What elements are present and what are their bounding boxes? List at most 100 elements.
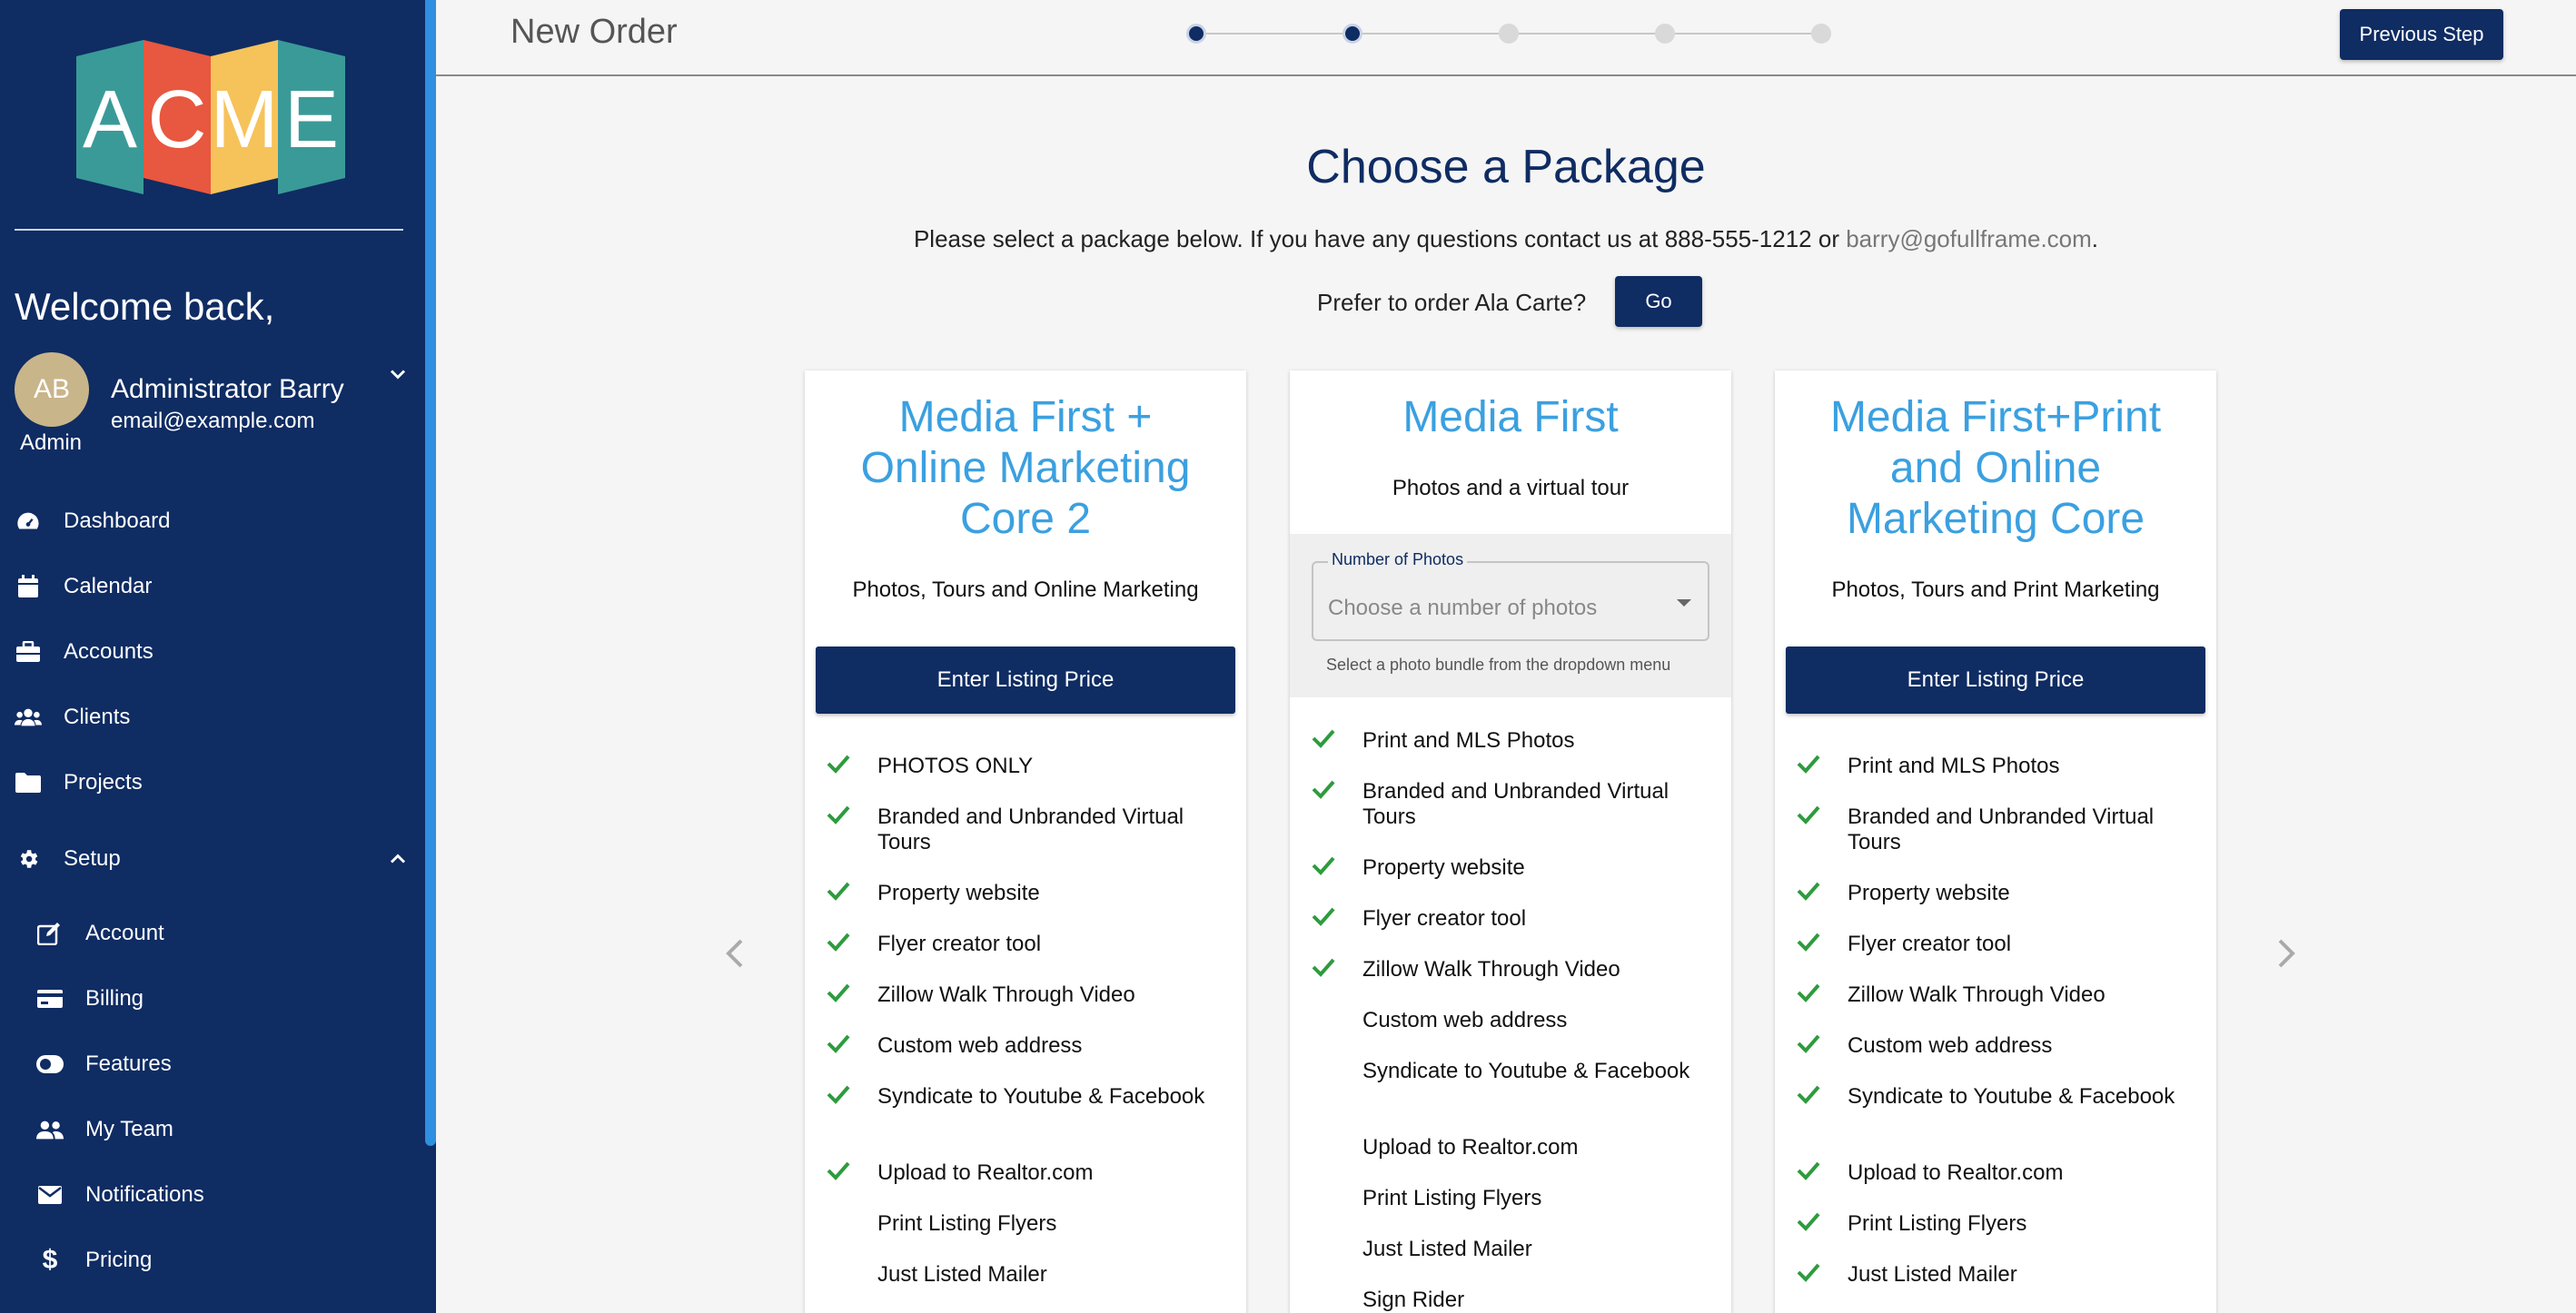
feature-item: Just Listed Mailer bbox=[827, 1262, 1226, 1288]
sidebar-item-label: Pricing bbox=[85, 1248, 153, 1272]
sidebar-item-accounts[interactable]: Accounts bbox=[0, 625, 418, 679]
sidebar-item-pricing[interactable]: $ Pricing bbox=[0, 1233, 418, 1288]
stepper-step[interactable] bbox=[1342, 24, 1362, 44]
intro-text: Please select a package below. If you ha… bbox=[436, 225, 2576, 253]
logo-letter: M bbox=[211, 74, 279, 165]
stepper-connector bbox=[1675, 33, 1811, 35]
checkmark-icon bbox=[1312, 729, 1335, 748]
sidebar-item-billing[interactable]: Billing bbox=[0, 972, 418, 1026]
intro-end: . bbox=[2091, 225, 2099, 252]
sidebar-item-label: Notifications bbox=[85, 1182, 204, 1207]
package-card-media-first-print-online-core[interactable]: Media First+Print and Online Marketing C… bbox=[1775, 370, 2216, 1313]
sidebar-item-notifications[interactable]: Notifications bbox=[0, 1168, 418, 1222]
feature-item: Custom web address bbox=[1797, 1033, 2196, 1059]
checkmark-icon bbox=[1312, 958, 1335, 977]
feature-item: Sign Rider bbox=[1312, 1288, 1711, 1313]
feature-text: Custom web address bbox=[877, 1033, 1083, 1058]
user-role: Admin bbox=[20, 430, 83, 455]
sidebar: A C M E Welcome back, AB Admin Administr… bbox=[0, 0, 436, 1313]
feature-item: Property website bbox=[827, 881, 1226, 906]
avatar[interactable]: AB bbox=[15, 352, 89, 427]
checkmark-icon bbox=[1797, 1212, 1820, 1231]
carousel-next-arrow-icon[interactable] bbox=[2267, 933, 2304, 973]
sidebar-item-clients[interactable]: Clients bbox=[0, 690, 418, 745]
sidebar-item-label: My Team bbox=[85, 1117, 173, 1141]
enter-listing-price-button[interactable]: Enter Listing Price bbox=[1786, 647, 2205, 714]
stepper-step[interactable] bbox=[1811, 24, 1831, 44]
top-bar: New Order Previous Step bbox=[436, 0, 2576, 76]
sidebar-item-projects[interactable]: Projects bbox=[0, 755, 418, 810]
feature-item: Zillow Walk Through Video bbox=[1797, 982, 2196, 1008]
feature-text: Flyer creator tool bbox=[1362, 906, 1527, 931]
feature-text: PHOTOS ONLY bbox=[877, 754, 1034, 778]
feature-text: Zillow Walk Through Video bbox=[877, 982, 1135, 1007]
sidebar-item-setup[interactable]: Setup bbox=[0, 832, 418, 886]
checkmark-icon bbox=[1797, 805, 1820, 824]
user-name[interactable]: Administrator Barry bbox=[111, 374, 344, 405]
package-subtitle: Photos, Tours and Online Marketing bbox=[852, 578, 1199, 602]
package-title-line: Media First+Print bbox=[1829, 393, 2162, 441]
carousel-prev-arrow-icon[interactable] bbox=[718, 933, 754, 973]
feature-item: Print Listing Flyers bbox=[1797, 1211, 2196, 1237]
feature-item: Upload to Realtor.com bbox=[1312, 1135, 1711, 1160]
logo-letter: C bbox=[148, 74, 207, 165]
package-card-media-first-online-core-2[interactable]: Media First + Online Marketing Core 2 Ph… bbox=[805, 370, 1246, 1313]
feature-item: Custom web address bbox=[827, 1033, 1226, 1059]
feature-item: Branded and Unbranded Virtual Tours bbox=[827, 805, 1226, 855]
feature-text: Print and MLS Photos bbox=[1848, 754, 2060, 778]
package-title-line: Core 2 bbox=[959, 495, 1092, 543]
package-title-line: Media First + bbox=[898, 393, 1153, 441]
sidebar-scrollbar[interactable] bbox=[425, 0, 436, 1146]
feature-item: Property website bbox=[1312, 855, 1711, 881]
photo-select-placeholder: Choose a number of photos bbox=[1328, 596, 1598, 620]
enter-listing-price-button[interactable]: Enter Listing Price bbox=[816, 647, 1235, 714]
sidebar-item-label: Accounts bbox=[64, 639, 154, 664]
intro-copy: Please select a package below. If you ha… bbox=[913, 225, 1847, 252]
checkmark-icon bbox=[827, 1085, 850, 1104]
calendar-icon bbox=[15, 573, 42, 600]
sidebar-item-my-team[interactable]: My Team bbox=[0, 1102, 418, 1157]
sidebar-item-label: Clients bbox=[64, 705, 131, 729]
number-of-photos-select[interactable]: Number of Photos Choose a number of phot… bbox=[1312, 550, 1709, 641]
feature-item: Just Listed Mailer bbox=[1312, 1237, 1711, 1262]
sidebar-item-dashboard[interactable]: Dashboard bbox=[0, 494, 418, 548]
feature-item: Flyer creator tool bbox=[1312, 906, 1711, 932]
stepper-step[interactable] bbox=[1186, 24, 1206, 44]
checkmark-icon bbox=[1797, 1034, 1820, 1053]
package-title: Media First bbox=[1290, 392, 1731, 443]
package-subtitle: Photos, Tours and Print Marketing bbox=[1831, 578, 2160, 602]
feature-text: Syndicate to Youtube & Facebook bbox=[877, 1084, 1205, 1109]
credit-card-icon bbox=[36, 985, 64, 1012]
feature-text: Property website bbox=[1848, 881, 2010, 905]
sidebar-item-label: Calendar bbox=[64, 574, 153, 598]
photo-select-helper: Select a photo bundle from the dropdown … bbox=[1326, 656, 1671, 674]
contact-email-link[interactable]: barry@gofullframe.com bbox=[1846, 225, 2092, 252]
chevron-down-icon[interactable] bbox=[385, 361, 411, 387]
stepper-step[interactable] bbox=[1655, 24, 1675, 44]
ala-carte-go-button[interactable]: Go bbox=[1615, 276, 1702, 327]
sidebar-item-account[interactable]: Account bbox=[0, 906, 418, 961]
feature-item: Syndicate to Youtube & Facebook bbox=[1797, 1084, 2196, 1110]
sidebar-item-features[interactable]: Features bbox=[0, 1037, 418, 1091]
stepper-connector bbox=[1519, 33, 1655, 35]
previous-step-button[interactable]: Previous Step bbox=[2340, 9, 2503, 60]
dropdown-caret-icon[interactable] bbox=[1675, 597, 1693, 608]
checkmark-icon bbox=[827, 755, 850, 774]
package-card-media-first[interactable]: Media First Photos and a virtual tour Nu… bbox=[1290, 370, 1731, 1313]
gear-icon bbox=[15, 845, 42, 873]
sidebar-item-calendar[interactable]: Calendar bbox=[0, 559, 418, 614]
feature-text: Property website bbox=[1362, 855, 1525, 880]
stepper-step[interactable] bbox=[1499, 24, 1519, 44]
feature-item: Flyer creator tool bbox=[1797, 932, 2196, 957]
feature-item: Print Listing Flyers bbox=[1312, 1186, 1711, 1211]
feature-item: Custom web address bbox=[1312, 1008, 1711, 1033]
acme-logo[interactable]: A C M E bbox=[76, 40, 345, 194]
stepper-connector bbox=[1362, 33, 1499, 35]
checkmark-icon bbox=[1312, 780, 1335, 799]
package-title-line: Online Marketing bbox=[860, 444, 1191, 492]
photo-select-panel: Number of Photos Choose a number of phot… bbox=[1290, 534, 1731, 697]
chevron-up-icon[interactable] bbox=[385, 846, 411, 872]
feature-text: Flyer creator tool bbox=[1848, 932, 2012, 956]
dollar-icon: $ bbox=[42, 1245, 58, 1275]
checkmark-icon bbox=[1797, 1085, 1820, 1104]
